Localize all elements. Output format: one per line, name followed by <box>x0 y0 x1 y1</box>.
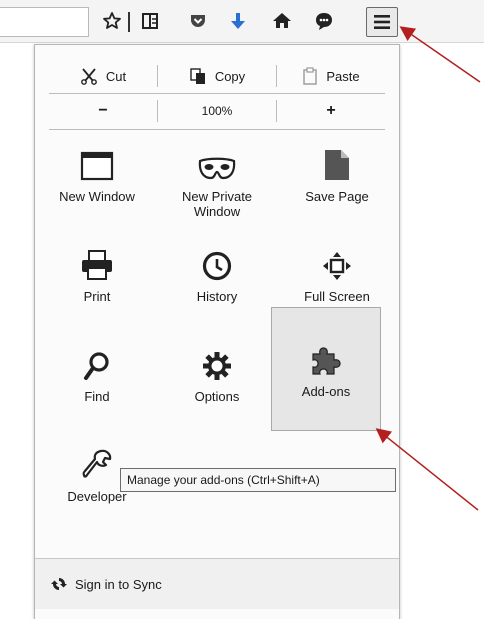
open-menu-button[interactable] <box>366 7 398 37</box>
add-ons-tooltip: Manage your add-ons (Ctrl+Shift+A) <box>120 468 396 492</box>
window-icon <box>80 151 114 181</box>
print-button[interactable]: Print <box>37 235 157 327</box>
new-window-button[interactable]: New Window <box>37 135 157 227</box>
page-icon <box>325 150 349 180</box>
divider <box>49 129 385 130</box>
zoom-in-button[interactable]: + <box>277 94 385 128</box>
options-button[interactable]: Options <box>157 335 277 427</box>
zoom-reset-button[interactable]: 100% <box>158 94 276 128</box>
wrench-icon <box>82 449 112 478</box>
reading-list-icon[interactable] <box>138 9 162 33</box>
save-page-button[interactable]: Save Page <box>277 135 397 227</box>
print-label: Print <box>83 289 111 304</box>
clock-icon <box>202 251 232 281</box>
developer-label: Developer <box>67 489 127 504</box>
main-menu-panel: Cut Copy Paste − 100% + New Window New P… <box>34 44 400 619</box>
chat-icon[interactable] <box>312 9 336 33</box>
fullscreen-icon <box>323 252 351 280</box>
url-bar[interactable] <box>0 7 89 37</box>
sync-icon <box>51 576 67 592</box>
zoom-out-button[interactable]: − <box>49 94 157 128</box>
hamburger-icon <box>374 15 390 29</box>
add-ons-label: Add-ons <box>301 384 351 399</box>
copy-button[interactable]: Copy <box>158 59 276 93</box>
puzzle-icon <box>312 347 341 375</box>
bookmark-star-icon[interactable] <box>100 9 124 33</box>
history-button[interactable]: History <box>157 235 277 327</box>
edit-controls: Cut Copy Paste <box>49 59 385 93</box>
cut-label: Cut <box>105 68 127 84</box>
zoom-controls: − 100% + <box>49 94 385 128</box>
copy-icon <box>190 68 205 84</box>
copy-label: Copy <box>214 68 246 84</box>
sign-in-to-sync-button[interactable]: Sign in to Sync <box>35 558 399 609</box>
mask-icon <box>198 157 236 180</box>
add-ons-button[interactable]: Add-ons <box>271 307 381 431</box>
download-icon[interactable] <box>226 9 250 33</box>
paste-button[interactable]: Paste <box>277 59 385 93</box>
new-private-window-label: New Private Window <box>181 189 253 219</box>
sync-label: Sign in to Sync <box>75 576 162 592</box>
browser-toolbar <box>0 0 484 43</box>
save-page-label: Save Page <box>305 189 369 204</box>
scissors-icon <box>80 68 97 85</box>
history-label: History <box>196 289 238 304</box>
home-icon[interactable] <box>270 9 294 33</box>
find-button[interactable]: Find <box>37 335 157 427</box>
options-label: Options <box>194 389 240 404</box>
printer-icon <box>82 250 112 280</box>
gear-icon <box>203 352 231 380</box>
new-private-window-button[interactable]: New Private Window <box>157 135 277 227</box>
toolbar-separator <box>128 12 130 32</box>
full-screen-label: Full Screen <box>304 289 370 304</box>
clipboard-icon <box>303 67 318 85</box>
find-label: Find <box>84 389 110 404</box>
pocket-icon[interactable] <box>186 9 210 33</box>
new-window-label: New Window <box>59 189 135 204</box>
paste-label: Paste <box>326 68 360 84</box>
cut-button[interactable]: Cut <box>49 59 157 93</box>
magnifier-icon <box>84 352 109 380</box>
